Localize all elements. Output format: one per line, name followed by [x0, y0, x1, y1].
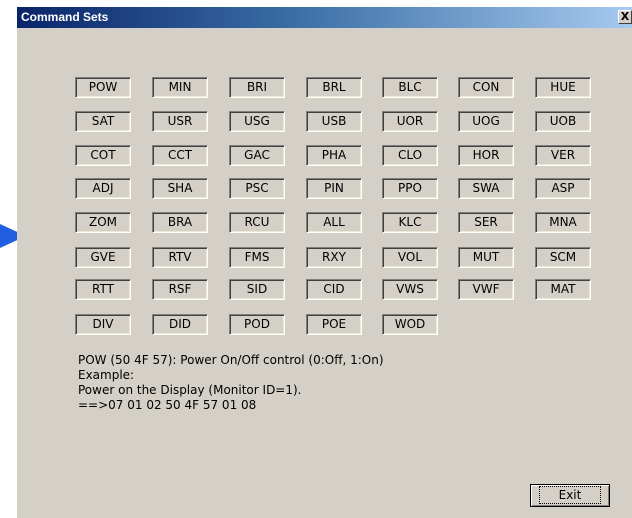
command-button-bri[interactable]: BRI: [229, 77, 285, 98]
exit-button-label: Exit: [538, 486, 602, 504]
command-button-blc[interactable]: BLC: [382, 77, 438, 98]
command-button-rtv[interactable]: RTV: [152, 247, 208, 268]
command-button-gac[interactable]: GAC: [229, 145, 285, 166]
command-button-sid[interactable]: SID: [229, 279, 285, 300]
command-button-asp[interactable]: ASP: [535, 178, 591, 199]
command-button-brl[interactable]: BRL: [306, 77, 362, 98]
command-button-rxy[interactable]: RXY: [306, 247, 362, 268]
command-button-ser[interactable]: SER: [458, 212, 514, 233]
command-button-mut[interactable]: MUT: [458, 247, 514, 268]
title-bar[interactable]: Command Sets X: [17, 7, 632, 28]
exit-button[interactable]: Exit: [530, 484, 610, 507]
command-button-poe[interactable]: POE: [306, 314, 362, 335]
command-button-rtt[interactable]: RTT: [75, 279, 131, 300]
command-button-uob[interactable]: UOB: [535, 111, 591, 132]
command-button-sat[interactable]: SAT: [75, 111, 131, 132]
command-button-did[interactable]: DID: [152, 314, 208, 335]
command-button-scm[interactable]: SCM: [535, 247, 591, 268]
command-button-clo[interactable]: CLO: [382, 145, 438, 166]
command-button-all[interactable]: ALL: [306, 212, 362, 233]
command-button-mat[interactable]: MAT: [535, 279, 591, 300]
command-button-min[interactable]: MIN: [152, 77, 208, 98]
command-button-mna[interactable]: MNA: [535, 212, 591, 233]
command-button-div[interactable]: DIV: [75, 314, 131, 335]
description-line: Power on the Display (Monitor ID=1).: [78, 383, 302, 397]
command-button-wod[interactable]: WOD: [382, 314, 438, 335]
command-button-pha[interactable]: PHA: [306, 145, 362, 166]
command-button-usb[interactable]: USB: [306, 111, 362, 132]
command-button-hor[interactable]: HOR: [458, 145, 514, 166]
command-button-gve[interactable]: GVE: [75, 247, 131, 268]
description-line: POW (50 4F 57): Power On/Off control (0:…: [78, 353, 384, 367]
command-sets-dialog: Command Sets X POW MIN BRI BRL BLC CON HUE SAT U…: [17, 7, 632, 518]
command-button-psc[interactable]: PSC: [229, 178, 285, 199]
command-button-ppo[interactable]: PPO: [382, 178, 438, 199]
command-button-pod[interactable]: POD: [229, 314, 285, 335]
command-button-vwf[interactable]: VWF: [458, 279, 514, 300]
command-button-cot[interactable]: COT: [75, 145, 131, 166]
command-button-rcu[interactable]: RCU: [229, 212, 285, 233]
window-title: Command Sets: [21, 10, 109, 24]
command-button-usr[interactable]: USR: [152, 111, 208, 132]
command-button-uor[interactable]: UOR: [382, 111, 438, 132]
command-button-vws[interactable]: VWS: [382, 279, 438, 300]
command-button-hue[interactable]: HUE: [535, 77, 591, 98]
command-button-swa[interactable]: SWA: [458, 178, 514, 199]
command-button-bra[interactable]: BRA: [152, 212, 208, 233]
command-button-uog[interactable]: UOG: [458, 111, 514, 132]
close-icon: X: [620, 10, 630, 23]
command-button-zom[interactable]: ZOM: [75, 212, 131, 233]
command-button-vol[interactable]: VOL: [382, 247, 438, 268]
command-button-rsf[interactable]: RSF: [152, 279, 208, 300]
command-button-sha[interactable]: SHA: [152, 178, 208, 199]
command-button-ver[interactable]: VER: [535, 145, 591, 166]
command-button-klc[interactable]: KLC: [382, 212, 438, 233]
command-button-cid[interactable]: CID: [306, 279, 362, 300]
description-line: ==>07 01 02 50 4F 57 01 08: [78, 398, 257, 412]
command-button-pow[interactable]: POW: [75, 77, 131, 98]
command-button-con[interactable]: CON: [458, 77, 514, 98]
command-button-cct[interactable]: CCT: [152, 145, 208, 166]
close-button[interactable]: X: [618, 10, 632, 24]
command-button-adj[interactable]: ADJ: [75, 178, 131, 199]
command-button-usg[interactable]: USG: [229, 111, 285, 132]
command-description: POW (50 4F 57): Power On/Off control (0:…: [78, 353, 578, 413]
command-button-fms[interactable]: FMS: [229, 247, 285, 268]
description-line: Example:: [78, 368, 135, 382]
command-button-pin[interactable]: PIN: [306, 178, 362, 199]
